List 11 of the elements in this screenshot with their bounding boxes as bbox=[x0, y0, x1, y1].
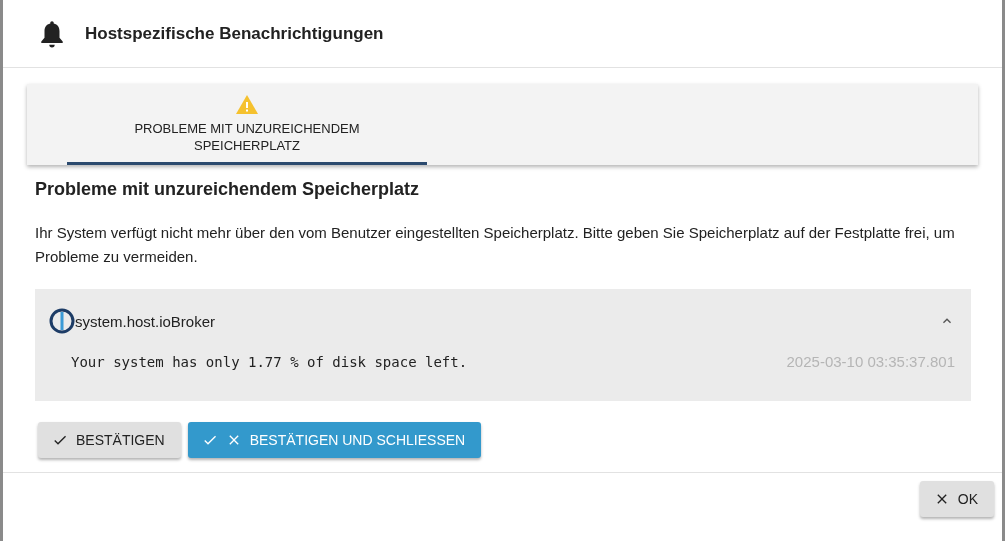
dialog-title: Hostspezifische Benachrichtigungen bbox=[85, 23, 384, 44]
notification-message: Your system has only 1.77 % of disk space left. bbox=[71, 353, 468, 370]
confirm-button[interactable]: BESTÄTIGEN bbox=[38, 422, 181, 458]
bell-icon bbox=[39, 18, 65, 49]
logo-icon bbox=[49, 308, 75, 334]
tab[interactable]: PROBLEME MIT UNZUREICHENDEM SPEICHERPLATZ bbox=[67, 84, 427, 165]
ok-button[interactable]: OK bbox=[919, 481, 994, 517]
description: Ihr System verfügt nicht mehr über den vom Benutzer eingestellten Speicherplatz. Bitte geben Sie Speicherplatz auf der Festplatte frei, um Probleme zu vermeiden. bbox=[35, 223, 956, 267]
host-name: system.host.ioBroker bbox=[75, 312, 216, 330]
section-heading: Probleme mit unzureichendem Speicherplatz bbox=[35, 179, 421, 200]
warning-icon bbox=[236, 95, 258, 114]
